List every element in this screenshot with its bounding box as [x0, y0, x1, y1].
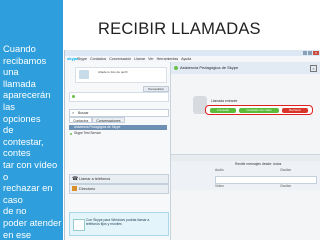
minimize-icon[interactable] [303, 51, 307, 55]
ad-banner[interactable]: Con Skype para Windows podrás llamar a t… [69, 212, 169, 236]
caller-name: Asistencia Pedagógica de Skype [180, 65, 239, 70]
chat-setting-video: Vídeo [215, 184, 224, 188]
phone-icon: ☎ [72, 176, 79, 182]
directory-label: Directorio [79, 187, 96, 191]
contact-tabs: Contactos Conversaciones [69, 117, 167, 123]
contact-item-selected[interactable]: Asistencia Pedagógica de Skype [69, 125, 167, 130]
profile-picture-icon [79, 70, 89, 79]
profile-promo: Añade tu foto de perfil [75, 67, 167, 83]
left-panel: Añade tu foto de perfil Personalizar ⌕ B… [65, 62, 171, 240]
answer-video-button[interactable]: Contestar con vídeo [239, 107, 279, 113]
chat-receive-setting: Recibir mensajes desde: todos [235, 162, 282, 166]
call-phones-label: Llamar a teléfonos [79, 177, 111, 181]
answer-button[interactable]: Contestar [210, 107, 236, 113]
skype-screenshot: × Skype Contactos Conversación Llamar Ve… [64, 50, 320, 240]
profile-status[interactable] [69, 92, 169, 102]
maximize-icon[interactable] [308, 51, 312, 55]
chat-setting-audio-value: Ocultar [280, 168, 291, 172]
chat-setting-audio: Audio [215, 168, 224, 172]
close-conversation-icon[interactable]: × [310, 65, 317, 72]
directory-button[interactable]: Directorio [69, 184, 169, 194]
chat-history [171, 190, 320, 240]
search-label: Buscar [78, 111, 89, 115]
contact-item[interactable]: Skype Test Service [69, 131, 167, 136]
ad-text: Con Skype para Windows podrás llamar a t… [86, 218, 150, 227]
call-actions-highlight: Contestar Contestar con vídeo Rechazar [205, 105, 313, 115]
chat-toolbar [171, 154, 320, 161]
incoming-call-area: Llamada entrante Contestar Contestar con… [171, 74, 320, 154]
promo-text: Añade tu foto de perfil [98, 70, 128, 74]
call-phones-button[interactable]: ☎ Llamar a teléfonos [69, 174, 169, 184]
slide-caption: Cuando recibamos una llamada aparecerán … [3, 43, 62, 240]
chat-setting-video-value: Ocultar [280, 184, 291, 188]
message-input[interactable] [215, 176, 317, 184]
contact-status-icon [70, 132, 72, 135]
close-icon[interactable]: × [313, 51, 319, 55]
tab-contacts[interactable]: Contactos [69, 117, 93, 123]
ad-phone-icon [73, 219, 85, 231]
tab-conversations[interactable]: Conversaciones [92, 117, 125, 123]
online-status-icon [72, 95, 75, 98]
contact-name: Skype Test Service [74, 131, 102, 135]
caller-status-icon [174, 66, 178, 70]
reject-button[interactable]: Rechazar [282, 107, 308, 113]
slide-title: RECIBIR LLAMADAS [98, 20, 261, 38]
directory-icon [72, 186, 77, 191]
search-input[interactable]: ⌕ Buscar [69, 109, 169, 117]
incoming-call-label: Llamada entrante [211, 99, 238, 103]
search-icon: ⌕ [72, 110, 75, 115]
